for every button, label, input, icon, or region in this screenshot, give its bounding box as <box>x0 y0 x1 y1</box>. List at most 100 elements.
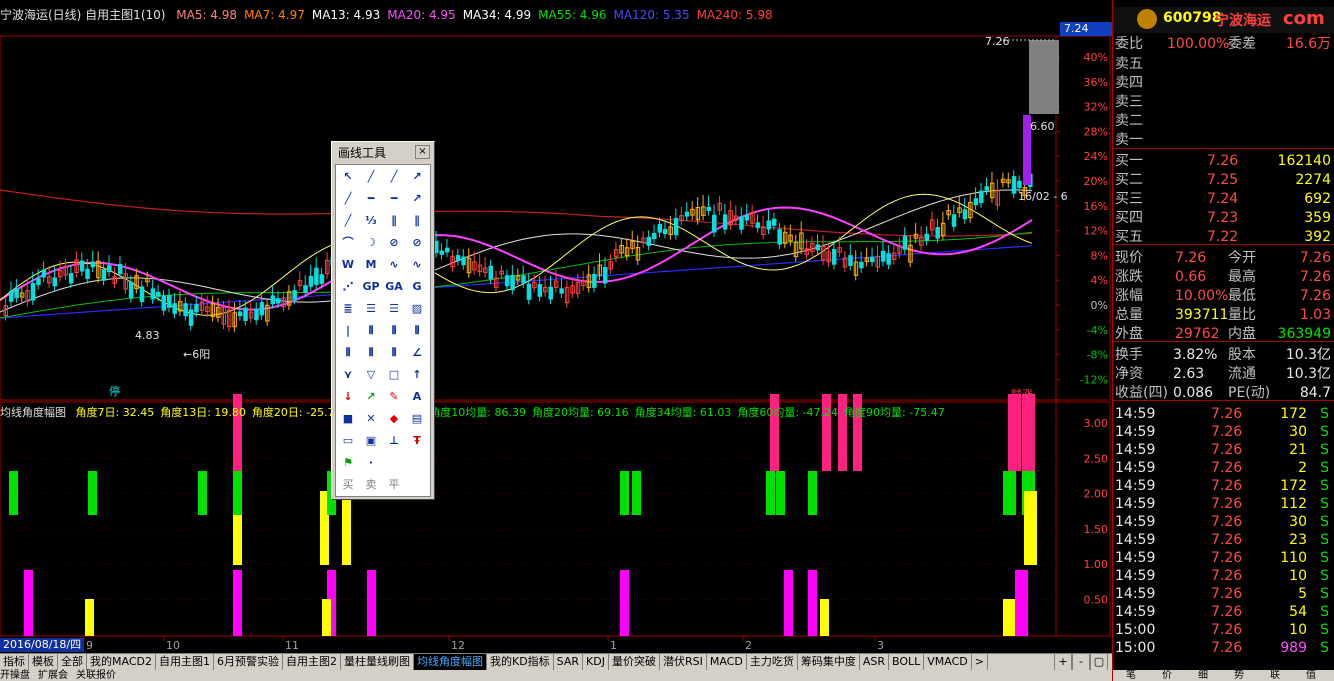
angle-icon[interactable]: ∠ <box>407 343 427 363</box>
indicator-tab[interactable]: 全部 <box>58 654 87 670</box>
indicator-tab[interactable]: 我的KD指标 <box>487 654 554 670</box>
buy-price: 7.25 <box>1207 172 1239 188</box>
indicator-tab[interactable]: MACD <box>707 654 747 670</box>
indicator-tab[interactable]: 自用主图1 <box>156 654 214 670</box>
arc-icon[interactable]: ☽ <box>361 233 381 253</box>
fib-box-2-icon[interactable]: ☰ <box>384 299 404 319</box>
indicator-tab[interactable]: 潜伏RSI <box>660 654 707 670</box>
flag-red-icon[interactable]: Ŧ <box>407 431 427 451</box>
wave-m-icon[interactable]: M <box>361 255 381 275</box>
panel-tab[interactable]: 笔 <box>1113 670 1149 681</box>
fan-icon[interactable]: ⋰ <box>338 277 358 297</box>
flag-green-icon[interactable]: ⚑ <box>338 453 358 473</box>
bars-5-icon[interactable]: ⫴ <box>338 343 358 363</box>
tab-control-button[interactable]: - <box>1072 654 1090 670</box>
gray-box-icon[interactable]: ✕ <box>361 409 381 429</box>
quarter-circle-icon[interactable]: ⌒ <box>338 233 358 253</box>
parallel-icon[interactable]: ∥ <box>384 211 404 231</box>
doc-icon[interactable]: ▭ <box>338 431 358 451</box>
indicator-tab[interactable]: KDJ <box>583 654 609 670</box>
close-icon[interactable]: × <box>415 145 430 159</box>
square-icon[interactable]: ↑ <box>407 365 427 385</box>
bars-1-icon[interactable]: | <box>338 321 358 341</box>
cursor-icon[interactable]: ↖ <box>338 167 358 187</box>
fib-box-icon[interactable]: ☰ <box>361 299 381 319</box>
GP-icon[interactable]: GP <box>361 277 381 297</box>
bottom-link[interactable]: 扩展会 <box>38 670 68 681</box>
segment-icon[interactable]: ╱ <box>338 189 358 209</box>
GA-icon[interactable]: GA <box>384 277 404 297</box>
panel-tab[interactable]: 势 <box>1221 670 1257 681</box>
tick-side: S <box>1320 442 1329 458</box>
tab-control-button[interactable]: + <box>1054 654 1072 670</box>
indicator-tab[interactable]: ASR <box>860 654 889 670</box>
fan-2-icon[interactable]: ⋎ <box>338 365 358 385</box>
stock-code-header[interactable]: 600798 宁波海运 com <box>1113 7 1334 33</box>
bars-6-icon[interactable]: ⫴ <box>361 343 381 363</box>
G-icon[interactable]: G <box>407 277 427 297</box>
fib-slash-icon[interactable]: ▨ <box>407 299 427 319</box>
panel-tab[interactable]: 联 <box>1257 670 1293 681</box>
panel-tab[interactable]: 价 <box>1149 670 1185 681</box>
tab-control-button[interactable]: ▢ <box>1090 654 1108 670</box>
indicator-tab[interactable]: BOLL <box>889 654 925 670</box>
indicator-tab[interactable]: > <box>972 654 988 670</box>
up-arrow-line-icon[interactable]: ↗ <box>407 189 427 209</box>
indicator-tab[interactable]: 均线角度幅图 <box>413 654 487 670</box>
trade-2-button[interactable]: 平 <box>384 475 404 495</box>
bars-2-icon[interactable]: ⫴ <box>361 321 381 341</box>
indicator-tab[interactable]: 指标 <box>0 654 29 670</box>
wave-w-icon[interactable]: W <box>338 255 358 275</box>
arrow-line-icon[interactable]: ↗ <box>407 167 427 187</box>
highlight-tool-icon[interactable]: ▤ <box>407 409 427 429</box>
up-arrow-red-icon[interactable]: ↓ <box>338 387 358 407</box>
bars-3-icon[interactable]: ⫴ <box>384 321 404 341</box>
bottom-link[interactable]: 关联报价 <box>76 670 116 681</box>
indicator-tab[interactable]: 自用主图2 <box>283 654 341 670</box>
indicator-tab[interactable]: VMACD <box>924 654 972 670</box>
indicator-tab[interactable]: 量价突破 <box>609 654 660 670</box>
indicator-tab[interactable]: 主力吃货 <box>747 654 798 670</box>
circle-slash-icon[interactable]: ⊘ <box>407 233 427 253</box>
parallel-2-icon[interactable]: ∥ <box>407 211 427 231</box>
ruler-icon[interactable]: ▣ <box>361 431 381 451</box>
kline-chart[interactable]: 40% 36% 32% 28% 24% 20% 16% 12% 8% 4% 0% -4% -8% -12%… <box>0 0 1112 681</box>
indicator-tab[interactable]: 筹码集中度 <box>798 654 860 670</box>
bars-7-icon[interactable]: ⫴ <box>384 343 404 363</box>
circle-cross-icon[interactable]: ⊘ <box>384 233 404 253</box>
wave-zag-icon[interactable]: ∿ <box>407 255 427 275</box>
tick-side: S <box>1320 532 1329 548</box>
trade-1-button[interactable]: 卖 <box>361 475 381 495</box>
h-line-icon[interactable]: ━ <box>361 189 381 209</box>
flag-multi-icon[interactable]: · <box>361 453 381 473</box>
slope-icon[interactable]: ╱ <box>338 211 358 231</box>
drawing-toolbox[interactable]: 画线工具 × ↖ ╱ ╱ ↗ ╱ ━ ━ ↗ ╱ ⅓ ∥ ∥ ⌒ ☽ ⊘ ⊘ W M ∿ ∿ ⋰ GP GA G ≣ ☰ ☰ ▨ | ⫴ ⫴… <box>331 141 435 500</box>
indicator-tab[interactable]: 量柱量线刷图 <box>341 654 414 670</box>
line-icon[interactable]: ╱ <box>361 167 381 187</box>
pct-label: 20% <box>1084 175 1108 188</box>
chevron-icon[interactable]: ▽ <box>361 365 381 385</box>
red-x-icon[interactable]: ◆ <box>384 409 404 429</box>
pencil-yellow-icon[interactable]: A <box>407 387 427 407</box>
picture-icon[interactable]: ⊥ <box>384 431 404 451</box>
indicator-tab[interactable]: 我的MACD2 <box>87 654 156 670</box>
ray-icon[interactable]: ╱ <box>384 167 404 187</box>
1/3-icon[interactable]: ⅓ <box>361 211 381 231</box>
panel-tab[interactable]: 细 <box>1185 670 1221 681</box>
bottom-link[interactable]: 开操盘 <box>0 670 30 681</box>
panel-tab[interactable]: 值 <box>1293 670 1329 681</box>
tick-time: 14:59 <box>1115 532 1156 548</box>
down-arrow-green-icon[interactable]: ↗ <box>361 387 381 407</box>
text-a-icon[interactable]: ■ <box>338 409 358 429</box>
indicator-tab[interactable]: 模板 <box>29 654 58 670</box>
indicator-tab[interactable]: SAR <box>554 654 584 670</box>
triangle-icon[interactable]: □ <box>384 365 404 385</box>
bars-4-icon[interactable]: ⫴ <box>407 321 427 341</box>
red-arrow-up-icon[interactable]: ✎ <box>384 387 404 407</box>
trade-0-button[interactable]: 买 <box>338 475 358 495</box>
wave-zig-icon[interactable]: ∿ <box>384 255 404 275</box>
indicator-tab[interactable]: 6月预警实验 <box>214 654 283 670</box>
h-ray-icon[interactable]: ━ <box>384 189 404 209</box>
fib-lines-icon[interactable]: ≣ <box>338 299 358 319</box>
stat-value: 10.3亿 <box>1285 366 1331 382</box>
